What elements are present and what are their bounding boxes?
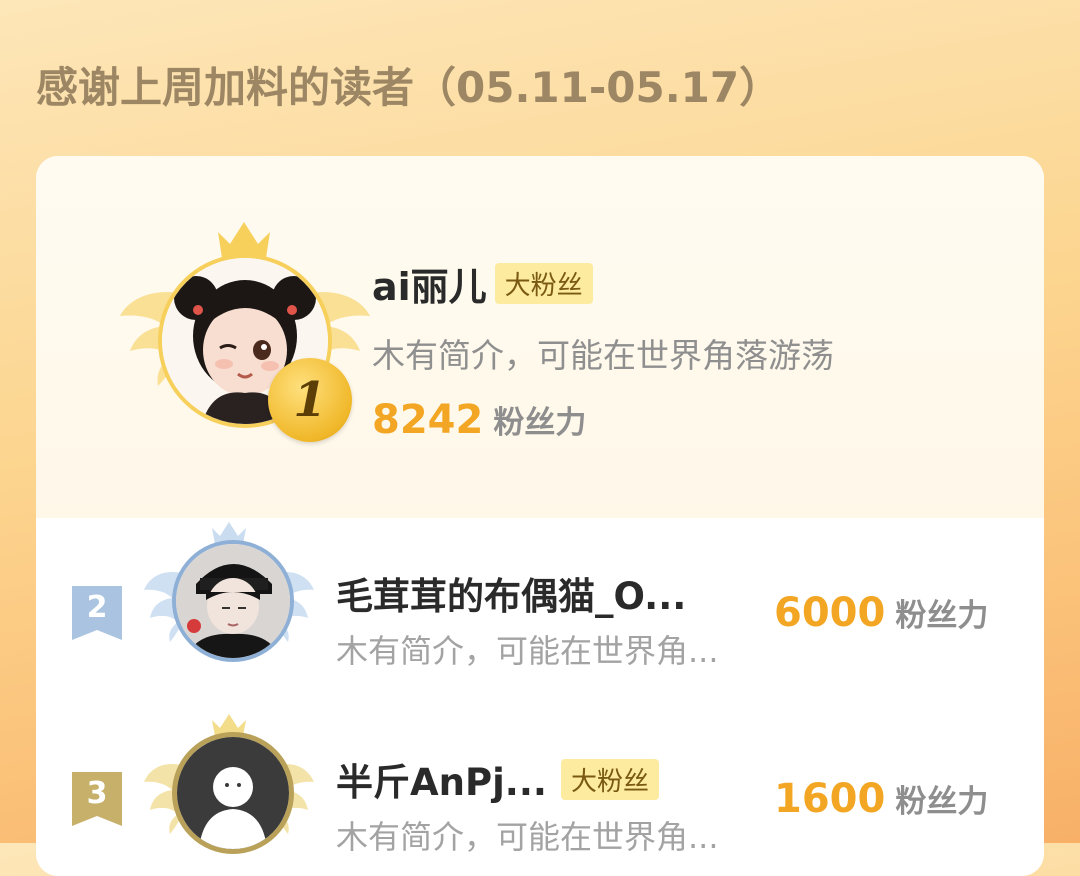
reader-score: 1600 粉丝力 xyxy=(774,776,988,822)
score-unit: 粉丝力 xyxy=(895,598,989,634)
fan-badge: 大粉丝 xyxy=(560,758,659,800)
reader-row-3[interactable]: 3 半斤AnPj... 大粉丝 木有简介，可能在世界角... 1600 粉丝力 xyxy=(36,712,1044,876)
avatar-boy-icon[interactable] xyxy=(172,540,294,662)
top-reader-info: ai丽儿 大粉丝 木有简介，可能在世界角落游荡 8242 粉丝力 xyxy=(372,256,834,443)
rank-number: 2 xyxy=(86,590,108,625)
ranking-card: 1 ai丽儿 大粉丝 木有简介，可能在世界角落游荡 8242 粉丝力 2 毛茸茸… xyxy=(36,156,1044,876)
rank-medal-1: 1 xyxy=(268,358,352,442)
reader-bio: 木有简介，可能在世界角... xyxy=(336,818,719,856)
top-reader-section[interactable]: 1 ai丽儿 大粉丝 木有简介，可能在世界角落游荡 8242 粉丝力 xyxy=(36,156,1044,518)
rank-number: 3 xyxy=(86,776,108,811)
reader-score: 6000 粉丝力 xyxy=(774,590,988,636)
reader-bio: 木有简介，可能在世界角... xyxy=(336,632,719,670)
reader-avatar-group[interactable] xyxy=(144,520,314,680)
reader-score: 8242 粉丝力 xyxy=(372,397,834,443)
reader-name[interactable]: 半斤AnPj... xyxy=(336,752,547,806)
fan-badge: 大粉丝 xyxy=(494,263,593,304)
reader-name[interactable]: ai丽儿 xyxy=(372,256,487,311)
score-value: 6000 xyxy=(774,590,886,636)
reader-info: 半斤AnPj... 大粉丝 木有简介，可能在世界角... xyxy=(336,752,719,858)
reader-info: 毛茸茸的布偶猫_O... 木有简介，可能在世界角... xyxy=(336,566,719,672)
page-title: 感谢上周加料的读者（05.11-05.17） xyxy=(36,63,782,112)
reader-bio: 木有简介，可能在世界角落游荡 xyxy=(372,336,834,375)
top-reader-avatar-group[interactable]: 1 xyxy=(120,216,370,456)
reader-name[interactable]: 毛茸茸的布偶猫_O... xyxy=(336,566,686,620)
score-value: 8242 xyxy=(372,397,484,443)
rank-flag-2: 2 xyxy=(72,586,122,640)
score-value: 1600 xyxy=(774,776,886,822)
reader-avatar-group[interactable] xyxy=(144,712,314,872)
avatar-default-icon[interactable] xyxy=(172,732,294,854)
score-unit: 粉丝力 xyxy=(895,784,989,820)
score-unit: 粉丝力 xyxy=(493,405,587,441)
rank-flag-3: 3 xyxy=(72,772,122,826)
reader-row-2[interactable]: 2 毛茸茸的布偶猫_O... 木有简介，可能在世界角... 6000 粉丝力 xyxy=(36,522,1044,706)
